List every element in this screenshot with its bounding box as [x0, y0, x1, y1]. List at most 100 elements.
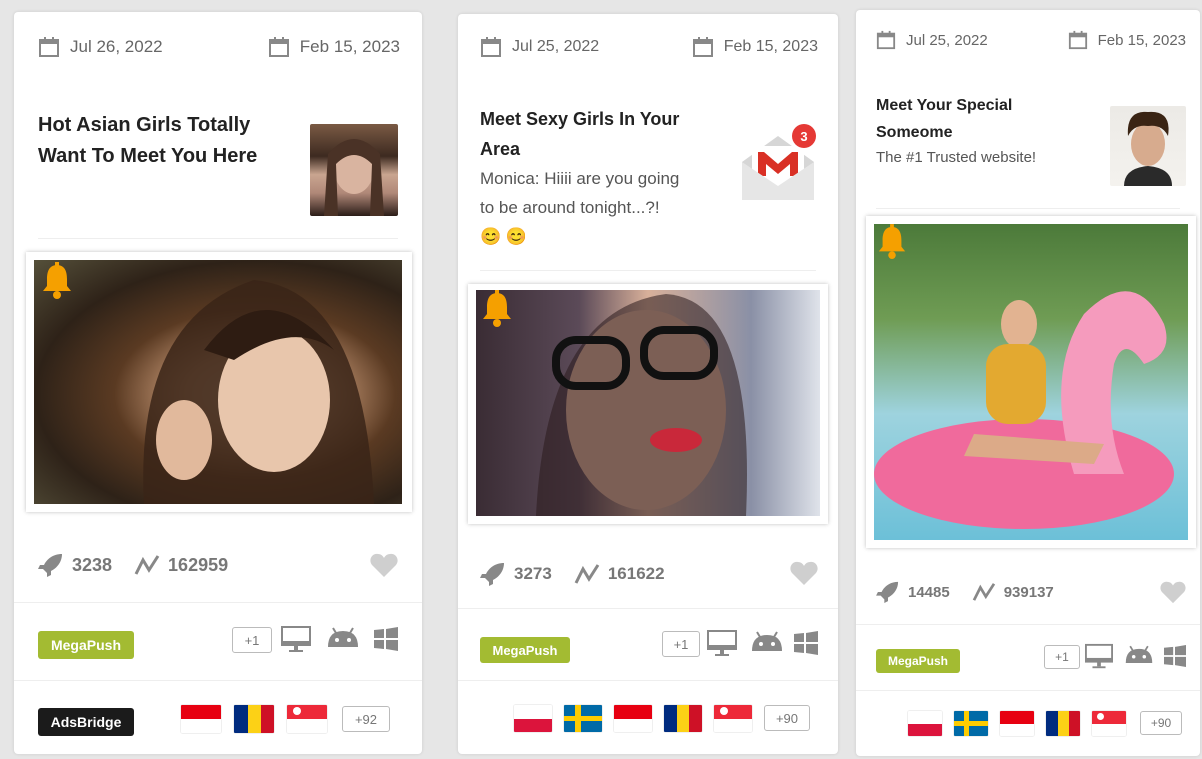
calendar-icon [1068, 30, 1087, 50]
flag-romania [664, 705, 702, 732]
calendar-icon [268, 37, 289, 57]
divider [38, 238, 398, 239]
launches-count: 3238 [72, 554, 113, 575]
flag-indonesia [181, 705, 221, 733]
network-row: MegaPush +1 [856, 624, 1200, 691]
more-countries-button[interactable]: +90 [764, 705, 810, 731]
ad-creative[interactable] [866, 216, 1196, 548]
reach-count: 939137 [1003, 583, 1054, 601]
divider [876, 208, 1180, 209]
flag-romania [234, 705, 274, 733]
geo-row: AdsBridge +92 [14, 680, 422, 754]
desktop-icon [1085, 643, 1113, 669]
geo-row: +90 [856, 690, 1200, 756]
flag-sweden [954, 711, 988, 736]
reach-stat: 162959 [134, 554, 228, 576]
ad-card-1[interactable]: Jul 26, 2022 Feb 15, 2023 Hot Asian Girl… [14, 12, 422, 754]
creative-image [34, 260, 402, 504]
rocket-icon [876, 581, 899, 603]
flag-romania [1046, 711, 1080, 736]
network-row: MegaPush +1 [14, 602, 422, 681]
start-date: Jul 25, 2022 [512, 38, 600, 55]
notification-count: 3 [800, 129, 807, 144]
ad-icon-image [310, 124, 398, 216]
favorite-heart-icon[interactable] [790, 560, 818, 586]
flag-sweden [564, 705, 602, 732]
network-badge[interactable]: MegaPush [876, 649, 960, 673]
flag-poland [908, 711, 942, 736]
reach-stat: 939137 [972, 582, 1054, 602]
start-date: Jul 26, 2022 [70, 37, 163, 56]
network-row: MegaPush +1 [458, 608, 838, 681]
more-os-button[interactable]: +1 [662, 631, 700, 657]
reach-count: 161622 [607, 564, 665, 583]
launches-stat: 3238 [38, 553, 112, 577]
flag-indonesia [1000, 711, 1034, 736]
divider [480, 270, 816, 271]
start-date: Jul 25, 2022 [906, 31, 988, 49]
ad-title: Hot Asian Girls Totally Want To Meet You… [38, 114, 258, 167]
more-countries-button[interactable]: +90 [1140, 711, 1182, 735]
launches-count: 3273 [514, 564, 552, 583]
desktop-icon [281, 626, 311, 652]
flag-indonesia [614, 705, 652, 732]
windows-icon [374, 627, 398, 651]
favorite-heart-icon[interactable] [1160, 580, 1186, 604]
end-date: Feb 15, 2023 [299, 37, 400, 56]
more-countries-button[interactable]: +92 [342, 706, 390, 732]
ad-creative[interactable] [468, 284, 828, 524]
flag-singapore [714, 705, 752, 732]
network-badge[interactable]: MegaPush [480, 637, 570, 663]
ad-card-3[interactable]: Jul 25, 2022 Feb 15, 2023 Meet Your Spec… [856, 10, 1200, 756]
first-seen-date: Jul 25, 2022 [480, 36, 599, 58]
ad-icon-image [1110, 106, 1186, 186]
date-range: Jul 25, 2022 Feb 15, 2023 [458, 36, 838, 58]
first-seen-date: Jul 26, 2022 [38, 36, 163, 58]
date-range: Jul 26, 2022 Feb 15, 2023 [14, 36, 422, 58]
android-icon [752, 631, 782, 651]
ad-stats: 14485 939137 [876, 581, 1076, 603]
first-seen-date: Jul 25, 2022 [876, 30, 988, 50]
windows-icon [794, 631, 818, 655]
calendar-icon [39, 37, 59, 57]
ad-stats: 3273 161622 [480, 562, 687, 586]
flag-singapore [287, 705, 327, 733]
bell-icon [483, 290, 511, 327]
more-os-button[interactable]: +1 [232, 627, 272, 653]
ad-message: The #1 Trusted website! [876, 149, 1037, 166]
launches-count: 14485 [908, 583, 950, 601]
rocket-icon [480, 563, 504, 586]
flag-singapore [1092, 711, 1126, 736]
end-date: Feb 15, 2023 [1097, 31, 1186, 49]
favorite-heart-icon[interactable] [370, 552, 398, 578]
ad-title: Meet Sexy Girls In Your Area [480, 109, 680, 159]
network-badge[interactable]: MegaPush [38, 631, 134, 659]
rocket-icon [38, 554, 62, 577]
gmail-notification-icon: 3 [738, 122, 818, 202]
end-date: Feb 15, 2023 [723, 38, 818, 55]
geo-row: +90 [458, 680, 838, 754]
flag-poland [514, 705, 552, 732]
ad-card-2[interactable]: Jul 25, 2022 Feb 15, 2023 Meet Sexy Girl… [458, 14, 838, 754]
ad-title: Meet Your Special Someome [876, 97, 1013, 141]
windows-icon [1164, 645, 1186, 667]
trend-icon [972, 583, 995, 601]
creative-image [874, 224, 1188, 540]
launches-stat: 14485 [876, 581, 950, 603]
ad-message: Monica: Hiiii are you going to be around… [480, 169, 680, 246]
reach-count: 162959 [168, 554, 229, 575]
desktop-icon [707, 630, 737, 656]
more-os-button[interactable]: +1 [1044, 645, 1080, 669]
trend-icon [574, 564, 600, 584]
last-seen-date: Feb 15, 2023 [1068, 30, 1186, 50]
android-icon [1125, 645, 1153, 663]
creative-image [476, 290, 820, 516]
trend-icon [134, 555, 160, 575]
tracker-badge[interactable]: AdsBridge [38, 708, 134, 736]
launches-stat: 3273 [480, 562, 552, 586]
last-seen-date: Feb 15, 2023 [692, 36, 818, 58]
last-seen-date: Feb 15, 2023 [268, 36, 400, 58]
ad-creative[interactable] [26, 252, 412, 512]
bell-icon [878, 224, 906, 259]
reach-stat: 161622 [574, 563, 665, 585]
